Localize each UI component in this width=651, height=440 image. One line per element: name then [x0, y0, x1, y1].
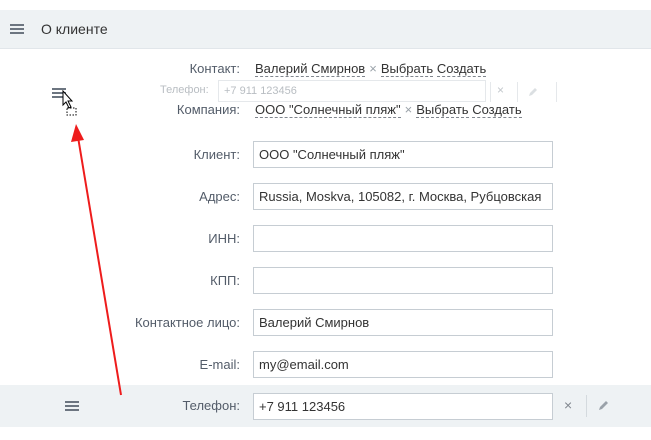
email-row: E-mail: my@email.com — [0, 350, 651, 380]
company-create-link[interactable]: Создать — [472, 102, 522, 118]
contact-select-link[interactable]: Выбрать — [380, 61, 434, 77]
pencil-icon[interactable] — [598, 399, 610, 411]
inn-row: ИНН: — [0, 224, 651, 254]
section-title: О клиенте — [41, 21, 108, 37]
contact-create-link[interactable]: Создать — [436, 61, 487, 77]
client-input[interactable]: ООО "Солнечный пляж" — [253, 141, 553, 168]
company-tag[interactable]: ООО "Солнечный пляж" — [255, 102, 401, 118]
client-row: Клиент: ООО "Солнечный пляж" — [0, 140, 651, 170]
company-row: Компания: ООО "Солнечный пляж" × Выбрать С… — [0, 95, 651, 125]
contact-tag[interactable]: Валерий Смирнов — [255, 61, 366, 77]
contact-person-input[interactable]: Валерий Смирнов — [253, 309, 553, 336]
kpp-label: КПП: — [210, 273, 240, 288]
company-remove-icon[interactable]: × — [405, 102, 413, 117]
inn-label: ИНН: — [208, 231, 240, 246]
email-input[interactable]: my@email.com — [253, 351, 553, 378]
phone-drag-handle-icon[interactable] — [65, 401, 79, 411]
client-label: Клиент: — [193, 147, 240, 162]
kpp-input[interactable] — [253, 267, 553, 294]
contact-remove-icon[interactable]: × — [369, 61, 377, 76]
phone-label: Телефон: — [182, 398, 240, 413]
phone-input[interactable]: +7 911 123456 — [253, 393, 553, 420]
kpp-row: КПП: — [0, 266, 651, 296]
email-label: E-mail: — [199, 357, 240, 372]
contact-person-label: Контактное лицо: — [134, 315, 240, 330]
address-label: Адрес: — [199, 189, 240, 204]
section-header: О клиенте — [0, 10, 651, 49]
phone-separator — [586, 395, 587, 417]
company-tags: ООО "Солнечный пляж" × Выбрать Создать — [255, 95, 522, 125]
address-row: Адрес: Russia, Moskva, 105082, г. Москва… — [0, 182, 651, 212]
phone-clear-icon[interactable]: × — [564, 397, 572, 413]
contact-person-row: Контактное лицо: Валерий Смирнов — [0, 308, 651, 338]
hamburger-icon[interactable] — [10, 24, 24, 34]
address-input[interactable]: Russia, Moskva, 105082, г. Москва, Рубцо… — [253, 183, 553, 210]
company-label: Компания: — [176, 102, 240, 117]
company-select-link[interactable]: Выбрать — [416, 102, 469, 118]
phone-row: Телефон: +7 911 123456 × — [0, 385, 651, 427]
inn-input[interactable] — [253, 225, 553, 252]
cursor-icon — [62, 90, 77, 116]
